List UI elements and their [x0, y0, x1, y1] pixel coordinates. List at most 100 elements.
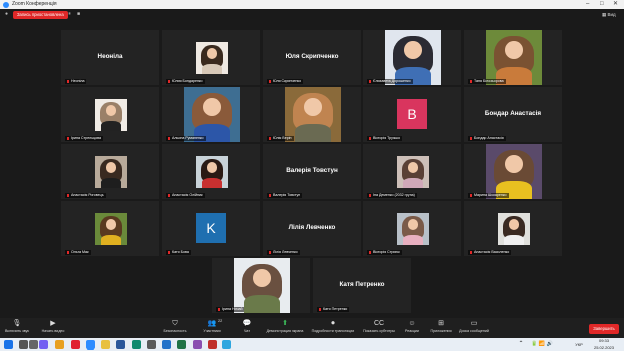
video-face-shape	[304, 98, 322, 116]
store-icon[interactable]	[147, 340, 156, 349]
participant-name: Іна Деменко (2032 група)	[373, 193, 415, 197]
clock[interactable]: 09:33 25.02.2023	[590, 338, 618, 351]
whiteboard-icon: ▭	[470, 320, 478, 327]
end-meeting-button[interactable]: Завершить	[589, 324, 619, 334]
participant-tile[interactable]: Неоніла Неоніла	[61, 30, 159, 85]
chrome-icon[interactable]	[55, 340, 64, 349]
participant-name: Вікторія Стриюк	[373, 250, 400, 254]
participant-tile[interactable]: Єлизавета Дорошенко	[363, 30, 461, 85]
mic-muted-icon	[369, 193, 371, 197]
pause-icon[interactable]: ⏸	[66, 11, 73, 18]
participant-tile[interactable]: Юля Скрипченко Юля Скрипченко	[263, 30, 361, 85]
view-button[interactable]: ▦ Вид	[602, 11, 616, 18]
participant-tile[interactable]: Марина Шкоаренко	[464, 144, 562, 199]
participant-tile[interactable]: Анастасія Роговець	[61, 144, 159, 199]
meeting-top-bar	[0, 9, 624, 21]
participant-tile[interactable]: K Катя Бова	[162, 201, 260, 256]
video-face-shape	[407, 219, 419, 230]
video-body-shape	[295, 124, 331, 142]
video-face-shape	[105, 105, 117, 116]
excel-icon[interactable]	[177, 340, 186, 349]
mic-muted-icon	[168, 79, 170, 83]
participant-tile[interactable]: Анастасія Олійник	[162, 144, 260, 199]
participant-name-label: Єлизавета Дорошенко	[367, 79, 413, 84]
mail-icon[interactable]	[162, 340, 171, 349]
participant-tile[interactable]: Ірина Ничай	[212, 258, 310, 313]
video-off-button[interactable]: ▶ Начать видео	[30, 319, 76, 334]
record-button[interactable]: ⏺ Подробности трансляции	[310, 319, 356, 334]
zoom-icon[interactable]	[86, 340, 95, 349]
participant-tile[interactable]: Альона Руманенко	[162, 87, 260, 142]
viber-icon[interactable]	[39, 340, 48, 349]
video-body-shape	[244, 295, 280, 313]
mic-muted-icon	[470, 79, 472, 83]
participant-tile[interactable]: B Вікторія Трузько	[363, 87, 461, 142]
participant-tile[interactable]: Лілія Левченко Лілія Левченко	[263, 201, 361, 256]
mic-muted-icon	[470, 250, 472, 254]
participant-tile[interactable]: Юлія Верін	[263, 87, 361, 142]
participant-name: Вікторія Трузько	[373, 136, 401, 140]
participant-display-name: Бондар Анастасія	[484, 110, 542, 117]
video-face-shape	[505, 155, 523, 173]
participant-tile[interactable]: Вікторія Стриюк	[363, 201, 461, 256]
participant-name-label: Ірина Ничай	[216, 307, 245, 312]
participant-name: Катя Бова	[172, 250, 189, 254]
participant-display-name: Катя Петренко	[339, 281, 385, 288]
mic-muted-icon	[67, 250, 69, 254]
participant-video	[234, 258, 290, 313]
participant-video	[95, 213, 127, 245]
explorer-icon[interactable]	[101, 340, 110, 349]
windows-start-icon[interactable]	[4, 340, 13, 349]
participant-display-name: Лілія Левченко	[288, 224, 336, 231]
tray-icons[interactable]: 🔋 📶 🔊	[530, 341, 554, 348]
record-icon: ⏺	[331, 320, 335, 327]
participant-video	[95, 99, 127, 131]
pdf-icon[interactable]	[208, 340, 217, 349]
mic-muted-icon	[218, 307, 220, 311]
participant-tile[interactable]: Ольга Мак	[61, 201, 159, 256]
participant-tile[interactable]: Бондар Анастасія Бондар Анастасія	[464, 87, 562, 142]
participant-tile[interactable]: Катя Петренко Катя Петренко	[313, 258, 411, 313]
participant-display-name: Валерія Товстун	[286, 167, 338, 174]
taskview-icon[interactable]	[29, 340, 38, 349]
video-face-shape	[206, 48, 218, 59]
whiteboard-button[interactable]: ▭ Доска сообщений	[451, 319, 497, 334]
video-face-shape	[508, 219, 520, 230]
participant-name-label: Марина Шкоаренко	[468, 193, 509, 198]
photos-icon[interactable]	[193, 340, 202, 349]
participant-tile[interactable]: Іна Деменко (2032 група)	[363, 144, 461, 199]
stop-icon[interactable]: ■	[75, 11, 82, 18]
mic-muted-icon	[67, 193, 69, 197]
video-body-shape	[100, 234, 122, 245]
participant-name: Валерія Товстун	[273, 193, 301, 197]
search-icon[interactable]	[19, 340, 28, 349]
mic-muted-icon	[319, 307, 321, 311]
word-icon[interactable]	[116, 340, 125, 349]
participant-tile[interactable]: Таня Білозьорова	[464, 30, 562, 85]
language-indicator[interactable]: УКР	[572, 342, 586, 349]
recording-status-pill[interactable]: Запись приостановлена	[13, 10, 68, 19]
participant-name: Юля Скрипченко	[273, 79, 302, 83]
participant-tile[interactable]: Анастасія Василенко	[464, 201, 562, 256]
participant-name-label: Ірина Стрельцова	[65, 136, 103, 141]
close-icon[interactable]: ✕	[613, 0, 618, 9]
participant-tile[interactable]: Ірина Стрельцова	[61, 87, 159, 142]
mic-muted-icon	[269, 250, 271, 254]
opera-icon[interactable]	[71, 340, 80, 349]
minimize-icon[interactable]: –	[586, 0, 589, 9]
telegram-icon[interactable]	[222, 340, 231, 349]
share-screen-button[interactable]: ⬆ Демонстрация экрана	[262, 319, 308, 334]
participant-tile[interactable]: Юлия Бондаренко	[162, 30, 260, 85]
participant-name-label: Бондар Анастасія	[468, 136, 506, 141]
maximize-icon[interactable]: □	[600, 0, 604, 9]
video-body-shape	[201, 63, 223, 74]
participant-tile[interactable]: Валерія Товстун Валерія Товстун	[263, 144, 361, 199]
participant-name: Юлія Верін	[273, 136, 292, 140]
toolbar-label: Начать видео	[41, 329, 65, 333]
edge-icon[interactable]	[132, 340, 141, 349]
system-tray-chevron-icon[interactable]: ⌃	[514, 341, 528, 348]
participant-name-label: Анастасія Василенко	[468, 250, 512, 255]
mic-muted-icon	[369, 136, 371, 140]
video-off-icon: ▶	[50, 320, 56, 327]
participant-name-label: Катя Петренко	[317, 307, 350, 312]
